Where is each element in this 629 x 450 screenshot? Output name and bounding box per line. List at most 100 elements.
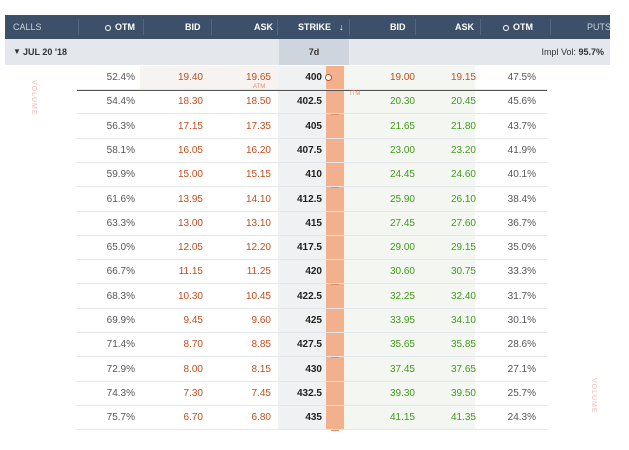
put-ask-cell[interactable]: 29.15: [420, 236, 476, 260]
call-ask-cell[interactable]: 7.45: [210, 382, 271, 406]
strike-header[interactable]: STRIKE ↓: [298, 15, 344, 39]
put-bid-cell[interactable]: 19.00: [352, 66, 415, 90]
table-row[interactable]: 52.4% 19.40 19.65 400 19.00 19.15 47.5%: [0, 66, 629, 90]
put-bid-cell[interactable]: 20.30: [352, 90, 415, 114]
put-otm-cell[interactable]: 36.7%: [484, 212, 536, 236]
call-bid-cell[interactable]: 18.30: [140, 90, 203, 114]
call-ask-cell[interactable]: 14.10: [210, 188, 271, 212]
put-bid-cell[interactable]: 24.45: [352, 163, 415, 187]
put-ask-cell[interactable]: 35.85: [420, 333, 476, 357]
put-bid-cell[interactable]: 32.25: [352, 285, 415, 309]
call-otm-cell[interactable]: 65.0%: [77, 236, 135, 260]
call-ask-cell[interactable]: 16.20: [210, 139, 271, 163]
call-ask-cell[interactable]: 8.85: [210, 333, 271, 357]
table-row[interactable]: 59.9% 15.00 15.15 410 24.45 24.60 40.1%: [0, 163, 629, 188]
call-bid-cell[interactable]: 6.70: [140, 406, 203, 430]
put-bid-cell[interactable]: 25.90: [352, 188, 415, 212]
call-ask-cell[interactable]: 9.60: [210, 309, 271, 333]
put-bid-cell[interactable]: 41.15: [352, 406, 415, 430]
table-row[interactable]: 74.3% 7.30 7.45 432.5 39.30 39.50 25.7%: [0, 382, 629, 406]
put-otm-cell[interactable]: 47.5%: [484, 66, 536, 90]
call-otm-cell[interactable]: 75.7%: [77, 406, 135, 430]
call-ask-cell[interactable]: 8.15: [210, 358, 271, 382]
expiry-row[interactable]: ▼ JUL 20 '18 7d Impl Vol: 95.7%: [5, 39, 610, 65]
put-ask-cell[interactable]: 19.15: [420, 66, 476, 90]
put-otm-cell[interactable]: 40.1%: [484, 163, 536, 187]
put-otm-cell[interactable]: 43.7%: [484, 115, 536, 139]
call-bid-cell[interactable]: 8.70: [140, 333, 203, 357]
call-bid-cell[interactable]: 9.45: [140, 309, 203, 333]
put-bid-cell[interactable]: 23.00: [352, 139, 415, 163]
put-bid-cell[interactable]: 37.45: [352, 358, 415, 382]
call-otm-cell[interactable]: 56.3%: [77, 115, 135, 139]
put-otm-cell[interactable]: 27.1%: [484, 358, 536, 382]
put-bid-cell[interactable]: 39.30: [352, 382, 415, 406]
put-otm-cell[interactable]: 28.6%: [484, 333, 536, 357]
bid-left-header[interactable]: BID: [185, 15, 201, 39]
put-bid-cell[interactable]: 30.60: [352, 260, 415, 284]
put-bid-cell[interactable]: 27.45: [352, 212, 415, 236]
table-row[interactable]: 56.3% 17.15 17.35 405 21.65 21.80 43.7%: [0, 115, 629, 139]
put-otm-cell[interactable]: 30.1%: [484, 309, 536, 333]
call-otm-cell[interactable]: 74.3%: [77, 382, 135, 406]
call-otm-cell[interactable]: 71.4%: [77, 333, 135, 357]
table-row[interactable]: 66.7% 11.15 11.25 420 30.60 30.75 33.3%: [0, 260, 629, 285]
table-row[interactable]: 54.4% 18.30 18.50 402.5 20.30 20.45 45.6%: [0, 90, 629, 115]
call-bid-cell[interactable]: 13.95: [140, 188, 203, 212]
put-otm-cell[interactable]: 38.4%: [484, 188, 536, 212]
put-ask-cell[interactable]: 30.75: [420, 260, 476, 284]
call-otm-cell[interactable]: 61.6%: [77, 188, 135, 212]
call-otm-cell[interactable]: 58.1%: [77, 139, 135, 163]
call-bid-cell[interactable]: 15.00: [140, 163, 203, 187]
table-row[interactable]: 71.4% 8.70 8.85 427.5 35.65 35.85 28.6%: [0, 333, 629, 358]
put-otm-cell[interactable]: 41.9%: [484, 139, 536, 163]
put-ask-cell[interactable]: 32.40: [420, 285, 476, 309]
call-otm-cell[interactable]: 72.9%: [77, 358, 135, 382]
put-ask-cell[interactable]: 37.65: [420, 358, 476, 382]
put-bid-cell[interactable]: 21.65: [352, 115, 415, 139]
call-ask-cell[interactable]: 17.35: [210, 115, 271, 139]
table-row[interactable]: 63.3% 13.00 13.10 415 27.45 27.60 36.7%: [0, 212, 629, 236]
put-otm-cell[interactable]: 25.7%: [484, 382, 536, 406]
call-ask-cell[interactable]: 15.15: [210, 163, 271, 187]
call-otm-cell[interactable]: 68.3%: [77, 285, 135, 309]
call-bid-cell[interactable]: 10.30: [140, 285, 203, 309]
table-row[interactable]: 58.1% 16.05 16.20 407.5 23.00 23.20 41.9%: [0, 139, 629, 163]
call-ask-cell[interactable]: 18.50: [210, 90, 271, 114]
put-otm-cell[interactable]: 31.7%: [484, 285, 536, 309]
call-bid-cell[interactable]: 8.00: [140, 358, 203, 382]
call-otm-cell[interactable]: 63.3%: [77, 212, 135, 236]
table-row[interactable]: 69.9% 9.45 9.60 425 33.95 34.10 30.1%: [0, 309, 629, 333]
put-ask-cell[interactable]: 39.50: [420, 382, 476, 406]
put-bid-cell[interactable]: 35.65: [352, 333, 415, 357]
put-bid-cell[interactable]: 33.95: [352, 309, 415, 333]
put-otm-cell[interactable]: 45.6%: [484, 90, 536, 114]
otm-right-header[interactable]: OTM: [503, 15, 533, 39]
call-ask-cell[interactable]: 11.25: [210, 260, 271, 284]
put-ask-cell[interactable]: 21.80: [420, 115, 476, 139]
otm-left-header[interactable]: OTM: [105, 15, 135, 39]
table-row[interactable]: 68.3% 10.30 10.45 422.5 32.25 32.40 31.7%: [0, 285, 629, 309]
table-row[interactable]: 75.7% 6.70 6.80 435 41.15 41.35 24.3%: [0, 406, 629, 431]
call-otm-cell[interactable]: 69.9%: [77, 309, 135, 333]
call-bid-cell[interactable]: 12.05: [140, 236, 203, 260]
call-otm-cell[interactable]: 59.9%: [77, 163, 135, 187]
call-bid-cell[interactable]: 16.05: [140, 139, 203, 163]
put-ask-cell[interactable]: 34.10: [420, 309, 476, 333]
put-otm-cell[interactable]: 33.3%: [484, 260, 536, 284]
ask-right-header[interactable]: ASK: [455, 15, 474, 39]
call-bid-cell[interactable]: 19.40: [140, 66, 203, 90]
table-row[interactable]: 72.9% 8.00 8.15 430 37.45 37.65 27.1%: [0, 358, 629, 382]
call-ask-cell[interactable]: 13.10: [210, 212, 271, 236]
put-otm-cell[interactable]: 35.0%: [484, 236, 536, 260]
put-ask-cell[interactable]: 26.10: [420, 188, 476, 212]
put-otm-cell[interactable]: 24.3%: [484, 406, 536, 430]
sort-arrow-icon[interactable]: ↓: [339, 22, 344, 32]
put-bid-cell[interactable]: 29.00: [352, 236, 415, 260]
bid-right-header[interactable]: BID: [390, 15, 406, 39]
table-row[interactable]: 65.0% 12.05 12.20 417.5 29.00 29.15 35.0%: [0, 236, 629, 261]
chevron-down-icon[interactable]: ▼: [13, 39, 21, 65]
call-bid-cell[interactable]: 11.15: [140, 260, 203, 284]
call-ask-cell[interactable]: 12.20: [210, 236, 271, 260]
call-otm-cell[interactable]: 66.7%: [77, 260, 135, 284]
